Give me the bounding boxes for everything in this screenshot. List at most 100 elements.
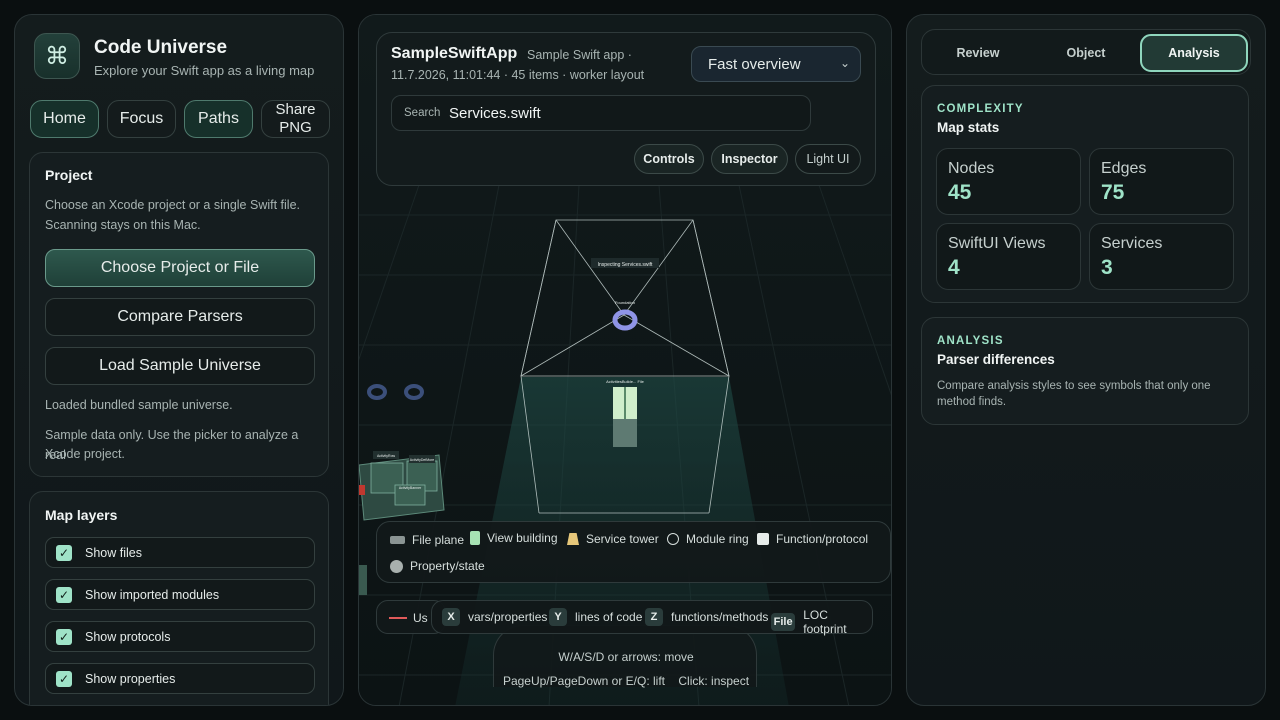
tab-review[interactable]: Review [926, 34, 1030, 72]
stat-swiftui-views-value: 4 [948, 256, 960, 279]
inspector-tabs: Review Object Analysis [921, 29, 1251, 75]
controls-toggle[interactable]: Controls [634, 144, 704, 174]
search-label: Search [404, 107, 441, 119]
stat-services: Services 3 [1089, 223, 1234, 290]
parser-differences-title: Parser differences [937, 352, 1055, 367]
service-tower-swatch [567, 533, 579, 545]
axis-x-label: vars/properties [468, 610, 548, 624]
axis-file: File LOC footprint [771, 608, 872, 636]
stat-edges-value: 75 [1101, 181, 1125, 204]
show-modules-toggle[interactable]: ✓ Show imported modules [45, 579, 315, 610]
axis-y-key: Y [549, 608, 567, 626]
header-card: SampleSwiftApp Sample Swift app · 11.7.2… [376, 32, 876, 186]
legend-service-tower: Service tower [567, 532, 659, 546]
stat-edges-label: Edges [1101, 160, 1147, 177]
search-value[interactable]: Services.swift [449, 105, 541, 122]
stat-swiftui-views: SwiftUI Views 4 [936, 223, 1081, 290]
axis-x: X vars/properties [442, 608, 547, 626]
axis-z-key: Z [645, 608, 663, 626]
axis-z: Z functions/methods [645, 608, 768, 626]
legend-function-label: Function/protocol [776, 532, 869, 546]
stat-edges: Edges 75 [1089, 148, 1234, 215]
axis-y-label: lines of code [575, 610, 643, 624]
legend-module-ring-label: Module ring [686, 532, 749, 546]
search-input[interactable]: Search Services.swift [391, 95, 811, 131]
axis-y: Y lines of code [549, 608, 642, 626]
project-title: Project [45, 167, 93, 183]
checkmark-icon[interactable]: ✓ [56, 628, 72, 645]
project-meta-1: Sample Swift app · [527, 48, 632, 62]
tab-analysis[interactable]: Analysis [1140, 34, 1248, 72]
map-layers-title: Map layers [45, 507, 118, 523]
paths-button[interactable]: Paths [184, 100, 253, 138]
chevron-down-icon: ⌄ [839, 56, 850, 70]
mode-select[interactable]: Fast overview ⌄ [691, 46, 861, 82]
focus-button[interactable]: Focus [107, 100, 176, 138]
left-label-c: ActivityBanner [399, 486, 422, 490]
building-label: ActivitiesBuilde... File [606, 379, 645, 384]
analysis-card: ANALYSIS Parser differences Compare anal… [921, 317, 1249, 425]
app-subtitle: Explore your Swift app as a living map [94, 63, 315, 78]
complexity-card: COMPLEXITY Map stats Nodes 45 Edges 75 S… [921, 85, 1249, 303]
map-viewport[interactable]: Inspecting Services.swift Foundation Act… [358, 14, 892, 706]
app-title: Code Universe [94, 37, 228, 58]
project-description-1: Choose an Xcode project or a single Swif… [45, 198, 300, 212]
legend-property: Property/state [390, 559, 485, 573]
show-files-toggle[interactable]: ✓ Show files [45, 537, 315, 568]
stat-services-value: 3 [1101, 256, 1113, 279]
inspector-panel: Review Object Analysis COMPLEXITY Map st… [906, 14, 1266, 706]
show-protocols-toggle[interactable]: ✓ Show protocols [45, 621, 315, 652]
axis-x-key: X [442, 608, 460, 626]
analysis-text-2: method finds. [937, 396, 1007, 408]
legend-file-plane: File plane [390, 533, 464, 547]
inspector-toggle[interactable]: Inspector [711, 144, 788, 174]
uses-line-swatch [389, 617, 407, 619]
checkmark-icon[interactable]: ✓ [56, 670, 72, 687]
show-files-label: Show files [85, 545, 142, 560]
help-line-2: PageUp/PageDown or E/Q: lift Click: insp… [502, 674, 750, 688]
axes-legend: X vars/properties Y lines of code Z func… [431, 600, 873, 636]
legend-function: Function/protocol [757, 532, 868, 546]
show-properties-toggle[interactable]: ✓ Show properties [45, 663, 315, 694]
project-meta-2: 11.7.2026, 11:01:44 · 45 items · worker … [391, 68, 645, 82]
load-sample-button[interactable]: Load Sample Universe [45, 347, 315, 385]
project-note-2: Xcode project. [45, 447, 125, 461]
left-label-a: ActivityRow [377, 454, 396, 458]
stat-nodes-label: Nodes [948, 160, 995, 177]
stat-swiftui-views-label: SwiftUI Views [948, 235, 1046, 252]
command-icon: ⌘ [34, 33, 80, 79]
choose-project-button[interactable]: Choose Project or File [45, 249, 315, 287]
legend-service-tower-label: Service tower [586, 532, 659, 546]
file-plane-swatch [390, 536, 405, 544]
analysis-kicker: ANALYSIS [937, 335, 1004, 347]
axis-file-label: LOC footprint [803, 608, 847, 636]
mode-select-value: Fast overview [708, 55, 801, 73]
share-png-button[interactable]: Share PNG [261, 100, 330, 138]
project-card: Project Choose an Xcode project or a sin… [29, 152, 329, 477]
project-description-2: Scanning stays on this Mac. [45, 218, 201, 232]
map-layers-card: Map layers ✓ Show files ✓ Show imported … [29, 491, 329, 705]
stat-nodes-value: 45 [948, 181, 972, 204]
home-button[interactable]: Home [30, 100, 99, 138]
checkmark-icon[interactable]: ✓ [56, 586, 72, 603]
legend-view-building-label: View building [487, 531, 558, 545]
legend-module-ring: Module ring [667, 532, 749, 546]
share-png-label-1: Share [275, 101, 316, 118]
map-legend: File plane View building Service tower M… [376, 521, 891, 583]
project-status: Loaded bundled sample universe. [45, 398, 233, 412]
axis-file-key: File [771, 613, 796, 631]
analysis-text-1: Compare analysis styles to see symbols t… [937, 380, 1211, 392]
tab-object[interactable]: Object [1034, 34, 1138, 72]
left-label-b: ActivityDefMore [410, 458, 435, 462]
checkmark-icon[interactable]: ✓ [56, 544, 72, 561]
light-ui-toggle[interactable]: Light UI [795, 144, 861, 174]
legend-view-building: View building [470, 531, 558, 545]
show-protocols-label: Show protocols [85, 629, 171, 644]
axis-z-label: functions/methods [671, 610, 769, 624]
foundation-label: Foundation [615, 300, 635, 305]
controls-help: W/A/S/D or arrows: move PageUp/PageDown … [493, 625, 757, 688]
project-name: SampleSwiftApp [391, 45, 518, 62]
share-png-label-2: PNG [279, 119, 312, 136]
compare-parsers-button[interactable]: Compare Parsers [45, 298, 315, 336]
module-ring-swatch [667, 533, 679, 545]
